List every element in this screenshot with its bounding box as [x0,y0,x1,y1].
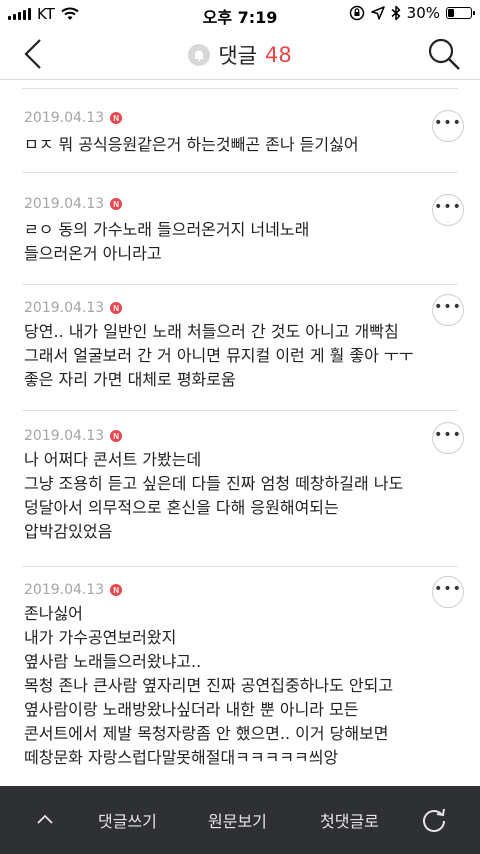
comment-line: 옆사람이랑 노래방왔나싶더라 내한 뿐 아니라 모든 [24,700,359,719]
chevron-up-icon [37,814,53,824]
comment-text: 존나싫어 내가 가수공연보러왔지 옆사람 노래들으러왔냐고.. 목청 존나 큰사… [24,602,434,770]
comment-line: 떼창문화 자랑스럽다말못해절대ㅋㅋㅋㅋㅋ씌앙 [24,748,339,767]
comment-meta: 2019.04.13 N [24,110,123,126]
more-options-button[interactable]: ••• [432,576,464,608]
divider [22,172,458,173]
notification-bell-button[interactable] [188,44,211,66]
header-title-group: 댓글 48 [0,40,480,70]
ellipsis-icon: ••• [434,427,462,443]
ellipsis-icon: ••• [434,299,462,315]
write-comment-button[interactable]: 댓글쓰기 [98,808,157,832]
comment-line: 좋은 자리 가면 대체로 평화로움 [24,370,236,389]
more-options-button[interactable]: ••• [432,194,464,226]
divider [22,566,458,567]
page-title: 댓글 [218,44,257,68]
comment-line: 압박감있었음 [24,522,113,541]
comment-text: ㄹㅇ 동의 가수노래 들으러온거지 너네노래 들으러온거 아니라고 [24,218,434,266]
comment-count: 48 [264,43,292,67]
comment-meta: 2019.04.13 N [24,428,123,444]
comment-line: 그래서 얼굴보러 간 거 아니면 뮤지컬 이런 게 훨 좋아 ㅜㅜ [24,346,414,365]
battery-icon [446,7,475,19]
search-icon [428,38,460,70]
ellipsis-icon: ••• [434,115,462,131]
comment-meta: 2019.04.13 N [24,196,123,212]
refresh-icon [423,808,445,832]
new-badge: N [110,112,123,124]
battery-percent: 30% [406,4,440,22]
bottom-toolbar: 댓글쓰기 원문보기 첫댓글로 [0,786,480,854]
orientation-lock-icon [349,5,364,21]
comment-line: 나 어쩌다 콘서트 가봤는데 [24,450,202,469]
new-badge: N [110,198,123,210]
comment-line: 존나싫어 [24,604,83,623]
comment-line: 내가 가수공연보러왔지 [24,628,177,647]
new-badge: N [110,584,123,596]
comment-text: ㅁㅈ 뭐 공식응원같은거 하는것빼곤 존나 듣기싫어 [24,133,434,157]
comment-date: 2019.04.13 [24,582,105,598]
scroll-up-button[interactable] [34,808,56,830]
header: 댓글 48 [0,28,480,80]
comment-text: 당연.. 내가 일반인 노래 처들으러 간 것도 아니고 개빡침 그래서 얼굴보… [24,320,434,392]
comment-date: 2019.04.13 [24,300,105,316]
comment-line: 콘서트에서 제발 목청자랑좀 안 했으면.. 이거 당해보면 [24,724,389,743]
first-comment-button[interactable]: 첫댓글로 [320,808,379,832]
ellipsis-icon: ••• [434,199,462,215]
more-options-button[interactable]: ••• [432,110,464,142]
comment-line: 목청 존나 큰사람 옆자리면 진짜 공연집중하나도 안되고 [24,676,394,695]
status-right: 30% [349,4,475,22]
new-badge: N [110,430,123,442]
comment-list[interactable]: 2019.04.13 N ㅁㅈ 뭐 공식응원같은거 하는것빼곤 존나 듣기싫어 … [0,80,480,786]
comment-line: 그냥 조용히 듣고 싶은데 다들 진짜 엄청 떼창하길래 나도 [24,474,404,493]
bluetooth-icon [391,5,400,21]
comment-line: 옆사람 노래들으러왔냐고.. [24,652,202,671]
comment-date: 2019.04.13 [24,196,105,212]
comment-line: 덩달아서 의무적으로 혼신을 다해 응원해여되는 [24,498,339,517]
status-bar: KT 오후 7:19 30% [0,0,480,28]
comment-date: 2019.04.13 [24,110,105,126]
comment-line: ㄹㅇ 동의 가수노래 들으러온거지 너네노래 [24,220,310,239]
comment-line: ㅁㅈ 뭐 공식응원같은거 하는것빼곤 존나 듣기싫어 [24,135,359,154]
divider [22,284,458,285]
comment-meta: 2019.04.13 N [24,582,123,598]
ellipsis-icon: ••• [434,581,462,597]
divider [22,410,458,411]
location-icon [370,6,385,20]
comment-line: 당연.. 내가 일반인 노래 처들으러 간 것도 아니고 개빡침 [24,322,399,341]
search-button[interactable] [426,36,462,72]
comment-text: 나 어쩌다 콘서트 가봤는데 그냥 조용히 듣고 싶은데 다들 진짜 엄청 떼창… [24,448,434,544]
battery-fill [448,9,455,17]
new-badge: N [110,302,123,314]
bell-icon [194,50,205,62]
refresh-button[interactable] [420,806,448,834]
comment-meta: 2019.04.13 N [24,300,123,316]
divider [22,88,458,89]
more-options-button[interactable]: ••• [432,294,464,326]
view-original-button[interactable]: 원문보기 [208,808,267,832]
comment-line: 들으러온거 아니라고 [24,244,162,263]
comment-date: 2019.04.13 [24,428,105,444]
more-options-button[interactable]: ••• [432,422,464,454]
